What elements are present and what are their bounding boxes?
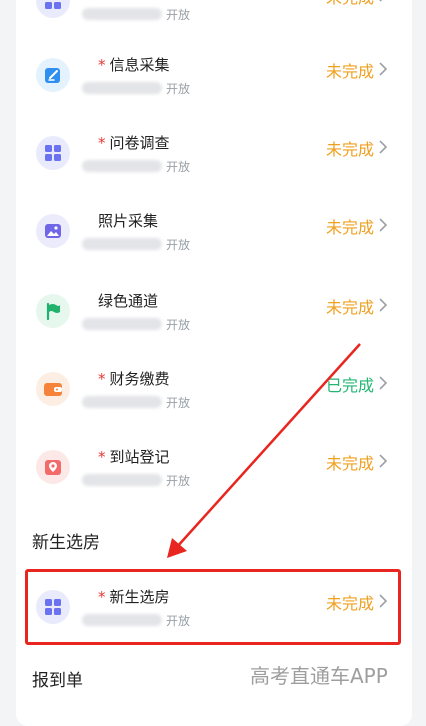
watermark: 高考直通车APP [250,664,388,688]
annotation-arrow [167,343,361,558]
